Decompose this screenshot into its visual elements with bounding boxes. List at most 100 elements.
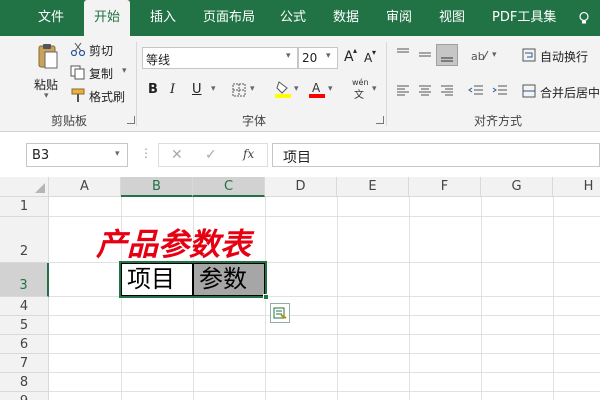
svg-text:A: A (312, 81, 321, 95)
tab-home[interactable]: 开始 (84, 0, 131, 36)
borders-dropdown-arrow[interactable]: ▾ (250, 84, 255, 94)
formula-input[interactable]: 项目 (272, 143, 600, 167)
cell-c3[interactable]: 参数 (193, 263, 265, 296)
middle-align-icon[interactable] (418, 50, 432, 60)
font-dialog-launcher[interactable] (376, 116, 384, 124)
quick-analysis-button[interactable] (270, 303, 290, 323)
align-center-icon[interactable] (418, 85, 432, 97)
row-header-3[interactable]: 3 (0, 263, 49, 297)
fill-color-icon[interactable] (275, 80, 291, 98)
align-left-icon[interactable] (396, 85, 410, 97)
font-color-dropdown-arrow[interactable]: ▾ (328, 84, 333, 94)
title-cell-clip: 产品参数表 (49, 217, 274, 262)
wrap-text-icon[interactable] (522, 48, 536, 62)
phonetic-dropdown-arrow[interactable]: ▾ (372, 84, 377, 94)
column-header-h[interactable]: H (553, 177, 600, 197)
enter-icon[interactable]: ✓ (205, 147, 217, 163)
column-header-d[interactable]: D (265, 177, 337, 197)
chevron-down-icon: ▾ (286, 51, 291, 61)
font-name-dropdown[interactable]: 等线 ▾ (142, 47, 298, 69)
row-header-5[interactable]: 5 (0, 316, 49, 335)
cancel-icon[interactable]: ✕ (171, 147, 183, 163)
worksheet-grid[interactable]: A B C D E F G H 1 2 3 4 5 6 7 8 9 产品参数表 … (0, 177, 600, 400)
phonetic-guide-icon[interactable]: 文 (352, 87, 368, 99)
bold-button[interactable]: B (148, 82, 158, 97)
chevron-down-icon: ▾ (115, 149, 120, 159)
tab-page-layout[interactable]: 页面布局 (203, 0, 255, 36)
caret-down-icon: ▾ (372, 48, 377, 57)
tab-pdf-tools[interactable]: PDF工具集 (492, 0, 556, 36)
ribbon-tab-bar: 文件 开始 插入 页面布局 公式 数据 审阅 视图 PDF工具集 (0, 0, 600, 36)
wrap-text-button[interactable]: 自动换行 (540, 48, 588, 65)
tab-insert[interactable]: 插入 (150, 0, 176, 36)
clipboard-dialog-launcher[interactable] (127, 116, 135, 124)
merge-center-icon[interactable] (522, 84, 536, 98)
cut-button[interactable]: 剪切 (89, 42, 113, 59)
gridline (337, 197, 338, 400)
copy-button[interactable]: 复制 (89, 65, 113, 82)
row-header-2[interactable]: 2 (0, 217, 49, 263)
insert-function-button[interactable]: fx (243, 147, 254, 161)
copy-dropdown-arrow[interactable]: ▾ (122, 66, 127, 76)
bottom-align-button[interactable] (436, 44, 458, 66)
tab-data[interactable]: 数据 (333, 0, 359, 36)
column-header-g[interactable]: G (481, 177, 553, 197)
underline-button[interactable]: U (192, 82, 202, 97)
font-name-value: 等线 (146, 53, 171, 67)
caret-up-icon: ▴ (353, 46, 358, 55)
row-header-1[interactable]: 1 (0, 197, 49, 217)
italic-button[interactable]: I (170, 82, 175, 97)
column-header-c[interactable]: C (193, 177, 265, 197)
gridline (481, 197, 482, 400)
column-header-b[interactable]: B (121, 177, 193, 197)
merge-center-button[interactable]: 合并后居中 (540, 84, 600, 101)
align-right-icon[interactable] (440, 85, 454, 97)
row-header-7[interactable]: 7 (0, 354, 49, 373)
paste-dropdown-arrow[interactable]: ▾ (44, 91, 49, 101)
formula-buttons: ✕ ✓ fx (158, 143, 268, 167)
paste-icon[interactable] (37, 42, 59, 70)
increase-indent-icon[interactable] (492, 85, 508, 97)
cell-b3[interactable]: 项目 (121, 263, 193, 296)
font-color-icon[interactable]: A (309, 80, 325, 98)
name-box-value: B3 (32, 148, 50, 163)
decrease-font-size-button[interactable]: A (364, 51, 372, 65)
tab-review[interactable]: 审阅 (386, 0, 412, 36)
fill-color-dropdown-arrow[interactable]: ▾ (294, 84, 299, 94)
fill-handle[interactable] (263, 294, 269, 300)
underline-dropdown-arrow[interactable]: ▾ (211, 84, 216, 94)
column-header-e[interactable]: E (337, 177, 409, 197)
gridline (49, 372, 600, 373)
select-all-corner[interactable] (0, 177, 49, 197)
name-box[interactable]: B3 ▾ (26, 143, 128, 167)
group-separator (386, 42, 387, 126)
phonetic-guide-label[interactable]: wén (352, 78, 369, 87)
format-painter-button[interactable]: 格式刷 (89, 88, 125, 105)
tab-formulas[interactable]: 公式 (280, 0, 306, 36)
clipboard-group-label: 剪贴板 (51, 114, 88, 128)
column-header-a[interactable]: A (49, 177, 121, 197)
bottom-align-icon (441, 57, 453, 62)
orientation-icon[interactable]: ab (470, 48, 490, 62)
title-cell[interactable]: 产品参数表 (96, 219, 251, 262)
gridline (49, 391, 600, 392)
font-size-dropdown[interactable]: 20 ▾ (298, 47, 338, 69)
formula-bar-splitter[interactable]: ⋮ (140, 146, 152, 160)
row-header-8[interactable]: 8 (0, 373, 49, 392)
borders-icon[interactable] (232, 83, 246, 97)
tab-view[interactable]: 视图 (439, 0, 465, 36)
cut-icon[interactable] (70, 42, 86, 56)
quick-analysis-icon (273, 307, 287, 319)
gridline (553, 197, 554, 400)
tab-file[interactable]: 文件 (38, 0, 64, 36)
copy-icon[interactable] (70, 65, 86, 80)
lightbulb-icon[interactable] (577, 11, 591, 25)
row-header-6[interactable]: 6 (0, 335, 49, 354)
decrease-indent-icon[interactable] (468, 85, 484, 97)
orientation-dropdown-arrow[interactable]: ▾ (492, 50, 497, 60)
top-align-icon[interactable] (396, 48, 410, 58)
column-header-f[interactable]: F (409, 177, 481, 197)
format-painter-icon[interactable] (70, 88, 86, 103)
row-header-9[interactable]: 9 (0, 392, 49, 400)
row-header-4[interactable]: 4 (0, 297, 49, 316)
